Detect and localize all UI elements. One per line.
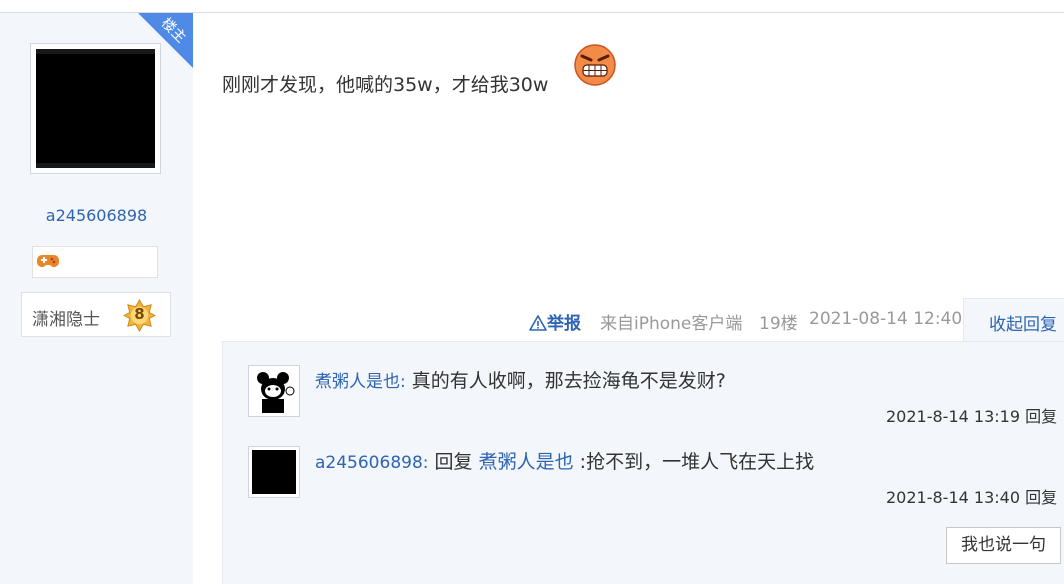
author-avatar[interactable] <box>30 43 161 174</box>
reply-avatar-image <box>252 450 296 494</box>
panda-meme-avatar <box>252 369 296 413</box>
author-avatar-image <box>36 49 155 168</box>
author-username[interactable]: a245606898 <box>0 206 193 225</box>
post-content: 刚刚才发现，他喊的35w，才给我30w <box>222 74 549 96</box>
reply-button[interactable]: 回复 <box>1025 488 1057 507</box>
post-floor: 19楼 <box>759 314 798 334</box>
reply-time: 2021-8-14 13:19 <box>886 407 1020 426</box>
collapse-replies-label: 收起回复 <box>989 315 1057 335</box>
reply-meta: 2021-8-14 13:40 回复 <box>886 484 1057 508</box>
collapse-replies-tab[interactable]: 收起回复 <box>963 298 1064 342</box>
reply-line: a245606898: 回复 煮粥人是也 :抢不到，一堆人飞在天上找 <box>315 447 814 474</box>
post-source[interactable]: 来自iPhone客户端 <box>600 309 742 334</box>
author-title: 潇湘隐士 <box>32 310 100 330</box>
reply-separator: : <box>422 453 429 473</box>
post-time: 2021-08-14 12:40 <box>809 309 963 329</box>
author-badge-box <box>32 246 158 278</box>
reply-username[interactable]: 煮粥人是也 <box>315 372 400 392</box>
warning-icon <box>529 315 547 331</box>
report-label: 举报 <box>547 314 581 334</box>
reply-text: :抢不到，一堆人飞在天上找 <box>579 451 815 473</box>
reply-meta: 2021-8-14 13:19 回复 <box>886 403 1057 427</box>
reply-time: 2021-8-14 13:40 <box>886 488 1020 507</box>
report-link[interactable]: 举报 <box>529 309 581 334</box>
reply-avatar[interactable] <box>248 365 300 417</box>
reply-separator: : <box>400 372 406 392</box>
reply-avatar[interactable] <box>248 446 300 498</box>
reply-text: 真的有人收啊，那去捡海龟不是发财? <box>411 370 726 392</box>
add-comment-button[interactable]: 我也说一句 <box>946 527 1061 564</box>
author-level-number: 8 <box>134 305 145 323</box>
reply-username[interactable]: a245606898 <box>315 453 423 473</box>
reply-target-user[interactable]: 煮粥人是也 <box>479 451 574 473</box>
reply-line: 煮粥人是也: 真的有人收啊，那去捡海龟不是发财? <box>315 366 726 393</box>
reply-button[interactable]: 回复 <box>1025 407 1057 426</box>
author-level-box[interactable]: 潇湘隐士 8 <box>21 292 171 337</box>
reply-prefix: 回复 <box>434 451 473 473</box>
angry-face-icon <box>574 44 616 86</box>
gamepad-icon[interactable] <box>37 253 59 273</box>
replies-panel: 煮粥人是也: 真的有人收啊，那去捡海龟不是发财? 2021-8-14 13:19… <box>222 341 1064 584</box>
